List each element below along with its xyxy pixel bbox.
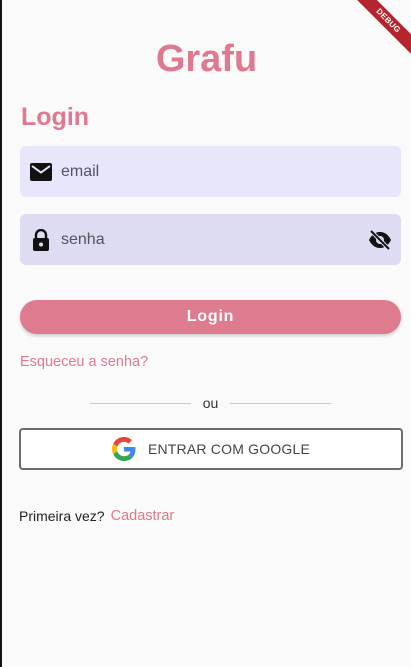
login-button[interactable]: Login	[20, 300, 401, 334]
password-input[interactable]	[61, 230, 367, 249]
login-screen: DEBUG Grafu Login email Login Esqueceu a…	[2, 0, 411, 667]
google-button-label: ENTRAR COM GOOGLE	[147, 441, 311, 457]
forgot-password-link[interactable]: Esqueceu a senha?	[20, 354, 148, 370]
divider-text: ou	[202, 395, 219, 411]
email-input[interactable]	[61, 162, 401, 181]
signup-link[interactable]: Cadastrar	[111, 508, 175, 524]
eye-off-icon[interactable]	[367, 227, 393, 253]
app-title: Grafu	[155, 38, 258, 80]
divider-line-right	[230, 402, 332, 404]
signup-question: Primeira vez?	[19, 508, 105, 524]
lock-icon	[30, 228, 52, 251]
password-field[interactable]	[20, 214, 401, 265]
login-heading: Login	[21, 103, 90, 131]
divider-line-left	[90, 402, 191, 404]
mail-icon	[30, 161, 52, 183]
google-signin-button[interactable]: ENTRAR COM GOOGLE	[19, 428, 403, 470]
signup-row: Primeira vez? Cadastrar	[19, 508, 174, 524]
google-icon	[111, 437, 136, 461]
email-field[interactable]	[20, 146, 401, 197]
or-divider: ou	[90, 395, 332, 411]
